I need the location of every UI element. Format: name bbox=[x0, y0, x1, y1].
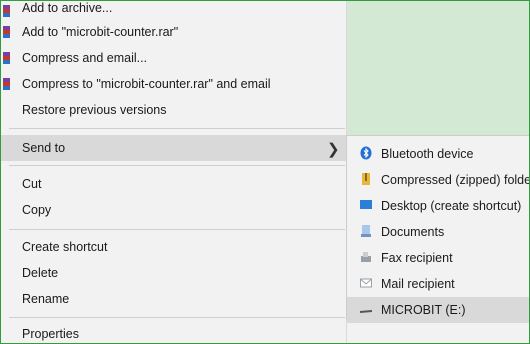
menu-item-label: Send to bbox=[22, 141, 66, 155]
submenu-item-label: Mail recipient bbox=[381, 277, 455, 291]
send-to-mail-recipient[interactable]: Mail recipient bbox=[347, 271, 529, 297]
menu-item-label: Add to "microbit-counter.rar" bbox=[22, 25, 179, 39]
send-to-bluetooth[interactable]: Bluetooth device bbox=[347, 141, 529, 167]
send-to-zipped-folder[interactable]: Compressed (zipped) folder bbox=[347, 167, 530, 193]
menu-separator bbox=[9, 165, 345, 166]
submenu-item-label: Compressed (zipped) folder bbox=[381, 173, 530, 187]
menu-item-delete[interactable]: Delete bbox=[1, 260, 346, 286]
menu-item-properties[interactable]: Properties bbox=[1, 321, 346, 343]
menu-item-compress-and-email[interactable]: Compress and email... bbox=[1, 45, 346, 71]
fax-icon bbox=[361, 252, 371, 262]
menu-separator bbox=[9, 128, 345, 129]
desktop-background bbox=[346, 1, 529, 135]
menu-item-add-to-rar[interactable]: Add to "microbit-counter.rar" bbox=[1, 19, 346, 45]
bluetooth-icon bbox=[360, 146, 372, 160]
menu-item-label: Compress and email... bbox=[22, 51, 148, 65]
zip-folder-icon bbox=[362, 173, 370, 185]
submenu-item-label: MICROBIT (E:) bbox=[381, 303, 466, 317]
documents-icon bbox=[361, 225, 371, 237]
winrar-icon bbox=[3, 26, 10, 38]
menu-item-label: Cut bbox=[22, 177, 42, 191]
submenu-item-label: Desktop (create shortcut) bbox=[381, 199, 522, 213]
menu-item-compress-to-rar-email[interactable]: Compress to "microbit-counter.rar" and e… bbox=[1, 71, 346, 97]
menu-item-add-to-archive[interactable]: Add to archive... bbox=[1, 1, 346, 21]
menu-item-cut[interactable]: Cut bbox=[1, 171, 346, 197]
winrar-icon bbox=[3, 52, 10, 64]
submenu-item-label: Documents bbox=[381, 225, 445, 239]
submenu-item-label: Bluetooth device bbox=[381, 147, 474, 161]
screenshot-frame: Add to archive... Add to "microbit-count… bbox=[0, 0, 530, 344]
menu-item-label: Restore previous versions bbox=[22, 103, 167, 117]
chevron-right-icon: ❯ bbox=[327, 141, 340, 158]
menu-item-send-to[interactable]: Send to ❯ bbox=[1, 135, 346, 161]
menu-item-label: Copy bbox=[22, 203, 52, 217]
mail-icon bbox=[360, 278, 372, 288]
menu-item-rename[interactable]: Rename bbox=[1, 286, 346, 312]
send-to-documents[interactable]: Documents bbox=[347, 219, 529, 245]
send-to-desktop[interactable]: Desktop (create shortcut) bbox=[347, 193, 529, 219]
submenu-item-label: Fax recipient bbox=[381, 251, 453, 265]
desktop-icon bbox=[360, 200, 372, 209]
menu-item-create-shortcut[interactable]: Create shortcut bbox=[1, 234, 346, 260]
menu-item-restore-previous-versions[interactable]: Restore previous versions bbox=[1, 97, 346, 123]
menu-item-label: Delete bbox=[22, 266, 59, 280]
winrar-icon bbox=[3, 5, 10, 17]
menu-separator bbox=[9, 317, 345, 318]
menu-separator bbox=[9, 229, 345, 230]
send-to-submenu: Bluetooth device Compressed (zipped) fol… bbox=[346, 135, 530, 323]
menu-item-label: Add to archive... bbox=[22, 1, 113, 15]
menu-item-label: Create shortcut bbox=[22, 240, 108, 254]
winrar-icon bbox=[3, 78, 10, 90]
send-to-microbit-drive[interactable]: MICROBIT (E:) bbox=[347, 297, 529, 323]
menu-item-copy[interactable]: Copy bbox=[1, 197, 346, 223]
send-to-fax-recipient[interactable]: Fax recipient bbox=[347, 245, 529, 271]
menu-item-label: Compress to "microbit-counter.rar" and e… bbox=[22, 77, 271, 91]
drive-icon bbox=[360, 310, 372, 313]
menu-item-label: Rename bbox=[22, 292, 70, 306]
context-menu: Add to archive... Add to "microbit-count… bbox=[1, 1, 347, 343]
menu-item-label: Properties bbox=[22, 327, 79, 341]
